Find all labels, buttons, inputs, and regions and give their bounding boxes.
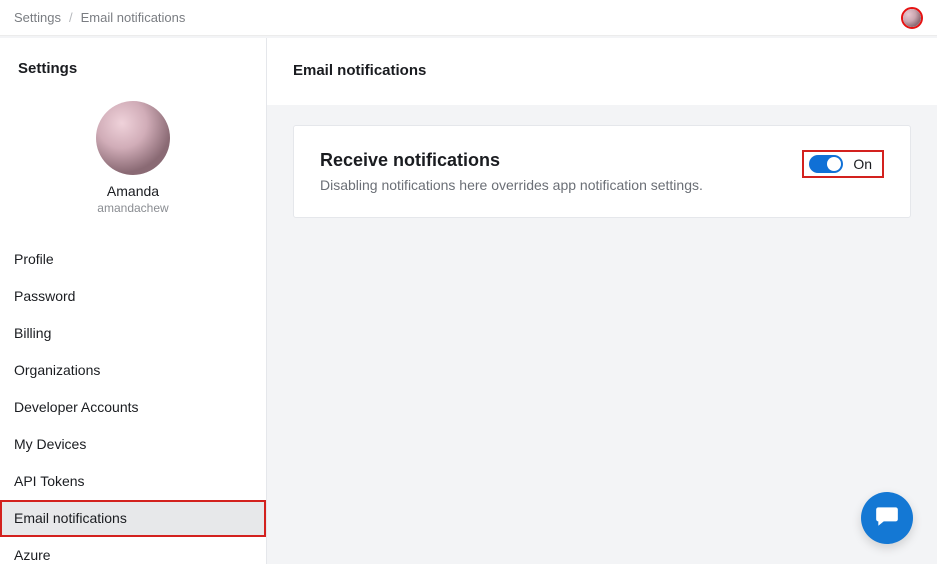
user-avatar-small[interactable]: [901, 7, 923, 29]
notifications-toggle-group: On: [802, 150, 884, 178]
receive-notifications-card: Receive notifications Disabling notifica…: [293, 125, 911, 218]
sidebar-item-profile[interactable]: Profile: [0, 241, 266, 278]
sidebar-item-api-tokens[interactable]: API Tokens: [0, 463, 266, 500]
sidebar-item-password[interactable]: Password: [0, 278, 266, 315]
breadcrumb-current: Email notifications: [81, 10, 186, 25]
sidebar-item-developer-accounts[interactable]: Developer Accounts: [0, 389, 266, 426]
card-description: Disabling notifications here overrides a…: [320, 177, 703, 193]
breadcrumb: Settings / Email notifications: [14, 10, 185, 25]
content-area: Email notifications Receive notification…: [267, 38, 937, 564]
user-username: amandachew: [97, 201, 168, 215]
toggle-state-label: On: [853, 156, 872, 172]
user-display-name: Amanda: [107, 183, 159, 199]
sidebar-title: Settings: [18, 60, 248, 77]
sidebar-item-my-devices[interactable]: My Devices: [0, 426, 266, 463]
sidebar-item-azure[interactable]: Azure: [0, 537, 266, 574]
sidebar-item-email-notifications[interactable]: Email notifications: [0, 500, 266, 537]
chat-widget-button[interactable]: [861, 492, 913, 544]
user-avatar-large[interactable]: [96, 101, 170, 175]
card-title: Receive notifications: [320, 150, 703, 171]
breadcrumb-root[interactable]: Settings: [14, 10, 61, 25]
sidebar-nav: Profile Password Billing Organizations D…: [0, 237, 266, 578]
toggle-knob: [827, 157, 841, 171]
notifications-toggle[interactable]: [809, 155, 843, 173]
sidebar-item-organizations[interactable]: Organizations: [0, 352, 266, 389]
avatar-image: [903, 9, 921, 27]
sidebar: Settings Amanda amandachew Profile Passw…: [0, 38, 267, 564]
breadcrumb-separator: /: [69, 10, 73, 25]
user-block: Amanda amandachew: [0, 87, 266, 237]
page-title: Email notifications: [293, 62, 911, 79]
sidebar-item-billing[interactable]: Billing: [0, 315, 266, 352]
chat-icon: [874, 503, 900, 534]
